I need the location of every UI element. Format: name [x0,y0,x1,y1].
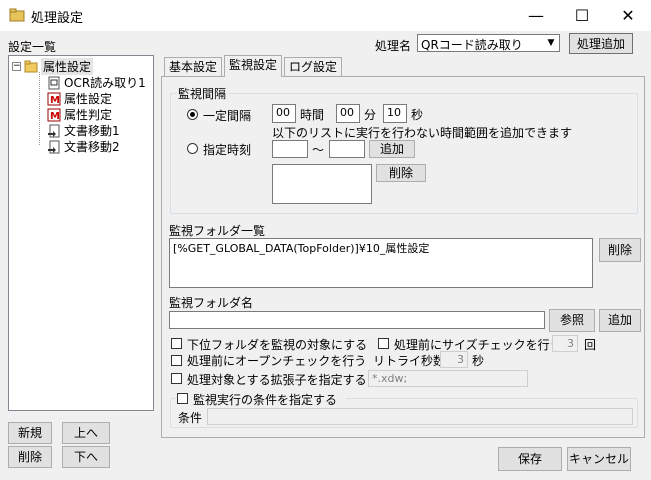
process-name-label: 処理名 [375,39,412,53]
time-range-list[interactable] [272,164,372,204]
new-button[interactable]: 新規 [8,422,52,444]
settings-list-label: 設定一覧 [8,40,57,54]
delete-folder-button[interactable]: 削除 [599,238,641,262]
tree-item-label: 属性判定 [64,108,113,122]
tree-item-label: 属性設定 [64,92,113,106]
tree-item-label: OCR読み取り1 [64,76,146,90]
seconds-input[interactable]: 10 [383,104,407,123]
specified-time-radio[interactable] [187,143,198,154]
seconds-label: 秒 [411,108,424,122]
size-check-unit: 回 [584,338,597,352]
ocr-doc-icon [48,76,60,89]
condition-input[interactable] [207,408,633,425]
hours-input[interactable]: 00 [272,104,296,123]
add-folder-button[interactable]: 追加 [599,309,641,332]
specified-time-label: 指定時刻 [203,143,252,157]
delete-button[interactable]: 削除 [8,446,52,468]
time-range-note: 以下のリストに実行を行わない時間範囲を追加できます [272,126,573,140]
hours-label: 時間 [300,108,325,122]
browse-button[interactable]: 参照 [549,309,595,332]
delete-time-button[interactable]: 削除 [376,164,426,182]
folder-app-icon [9,8,25,22]
tree-item-move1[interactable]: 文書移動1 [47,122,120,139]
extension-label: 処理対象とする拡張子を指定する [187,373,367,387]
cancel-button[interactable]: キャンセル [567,447,631,471]
svg-text:M: M [50,111,60,122]
collapse-icon[interactable]: − [12,62,21,71]
document-move-icon [48,140,60,153]
chevron-down-icon[interactable]: ▼ [543,35,559,51]
folder-name-input[interactable] [169,311,545,329]
size-check-count-input[interactable]: 3 [552,335,578,352]
add-process-button[interactable]: 処理追加 [569,33,633,54]
move-down-button[interactable]: 下へ [62,446,110,468]
folder-list[interactable]: [%GET_GLOBAL_DATA(TopFolder)]¥10_属性設定 [169,238,593,288]
subfolder-checkbox[interactable] [171,338,182,349]
tilde-label: ～ [312,143,325,157]
tree-root-label: 属性設定 [41,58,94,75]
extension-checkbox[interactable] [171,373,182,384]
size-check-checkbox[interactable] [378,338,389,349]
extension-input[interactable]: *.xdw; [368,370,528,387]
process-name-select[interactable]: QRコード読み取り ▼ [417,34,560,52]
tree-root[interactable]: − 属性設定 [12,58,94,75]
fixed-interval-radio[interactable] [187,109,198,120]
minutes-input[interactable]: 00 [336,104,360,123]
add-time-button[interactable]: 追加 [369,140,415,158]
time-from-input[interactable] [272,140,308,158]
condition-checkbox[interactable] [177,393,188,404]
tab-log[interactable]: ログ設定 [284,57,343,76]
tree-item-attr-setting[interactable]: M 属性設定 [47,90,112,107]
close-button[interactable]: ✕ [605,0,651,31]
folder-list-label: 監視フォルダ一覧 [169,224,266,238]
save-button[interactable]: 保存 [498,447,562,471]
maximize-button[interactable]: ☐ [559,0,605,31]
tree-item-label: 文書移動2 [64,140,120,154]
document-move-icon [48,124,60,137]
svg-text:M: M [50,95,60,106]
window-title: 処理設定 [31,11,84,26]
tab-basic[interactable]: 基本設定 [164,57,223,76]
tab-monitor[interactable]: 監視設定 [224,55,283,77]
size-check-label: 処理前にサイズチェックを行う [394,338,562,352]
tree-item-ocr[interactable]: OCR読み取り1 [47,74,146,91]
fixed-interval-label: 一定間隔 [203,109,252,123]
process-name-value: QRコード読み取り [421,38,523,52]
minutes-label: 分 [364,108,377,122]
tree-item-label: 文書移動1 [64,124,120,138]
attribute-icon: M [47,92,61,106]
time-to-input[interactable] [329,140,365,158]
folder-name-label: 監視フォルダ名 [169,296,254,310]
tree-item-move2[interactable]: 文書移動2 [47,138,120,155]
subfolder-label: 下位フォルダを監視の対象にする [187,338,368,352]
settings-tree[interactable]: − 属性設定 OCR読み取り1 M 属性設定 M 属性判定 文書移動1 文書移動… [8,55,154,411]
interval-group-label: 監視間隔 [176,85,229,102]
retry-seconds-unit: 秒 [472,354,485,368]
open-check-checkbox[interactable] [171,355,182,366]
move-up-button[interactable]: 上へ [62,422,110,444]
minimize-button[interactable]: — [513,0,559,31]
attribute-icon: M [47,108,61,122]
tree-item-attr-judge[interactable]: M 属性判定 [47,106,112,123]
condition-group-label: 監視実行の条件を指定する [193,393,338,407]
folder-icon [24,60,38,72]
tree-line [39,72,40,145]
retry-seconds-label: リトライ秒数 [373,354,446,368]
condition-label: 条件 [178,411,203,425]
open-check-label: 処理前にオープンチェックを行う [187,354,367,368]
retry-seconds-input[interactable]: 3 [440,351,468,368]
